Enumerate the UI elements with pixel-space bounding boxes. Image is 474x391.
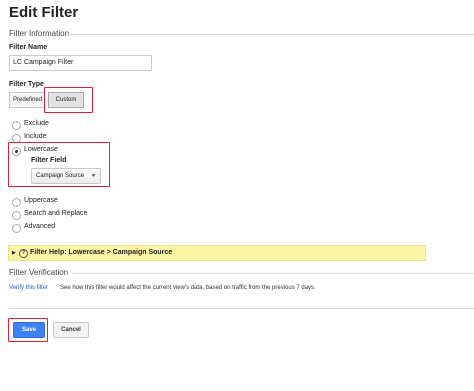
help-question-icon: ? (19, 249, 28, 258)
filter-name-input[interactable]: LC Campaign Filter (9, 55, 152, 71)
filter-help-text: Filter Help: Lowercase > Campaign Source (30, 249, 173, 256)
triangle-right-icon: ▶ (12, 250, 16, 256)
cancel-button[interactable]: Cancel (53, 322, 89, 338)
radio-button[interactable] (12, 224, 21, 233)
save-button[interactable]: Save (13, 322, 45, 338)
page-title: Edit Filter (9, 4, 79, 21)
radio-button[interactable] (12, 121, 21, 130)
radio-label: Advanced (24, 223, 56, 230)
actions-divider (9, 308, 474, 309)
radio-option-exclude[interactable]: Exclude (12, 120, 132, 130)
radio-option-advanced[interactable]: Advanced (12, 223, 132, 233)
radio-option-uppercase[interactable]: Uppercase (12, 197, 132, 207)
verify-description: See how this filter would affect the cur… (60, 285, 316, 291)
filter-name-label: Filter Name (9, 44, 48, 51)
filter-type-predefined-button[interactable]: Predefined (9, 92, 46, 108)
radio-label: Search and Replace (24, 210, 88, 217)
radio-button-selected[interactable] (12, 147, 21, 156)
radio-label: Uppercase (24, 197, 58, 204)
radio-label: Lowercase (24, 146, 58, 153)
filter-field-label: Filter Field (31, 157, 67, 164)
filter-field-value: Campaign Source (36, 173, 85, 179)
radio-button[interactable] (12, 211, 21, 220)
radio-option-search-and-replace[interactable]: Search and Replace (12, 210, 132, 220)
radio-button[interactable] (12, 198, 21, 207)
verify-filter-link[interactable]: Verify this filter (9, 285, 48, 291)
section-title-filter-verification: Filter Verification (9, 268, 69, 277)
section-divider (66, 34, 474, 35)
filter-help-bar[interactable]: ▶ ? Filter Help: Lowercase > Campaign So… (8, 245, 426, 261)
section-title-filter-information: Filter Information (9, 29, 70, 38)
chevron-down-icon: ▼ (91, 173, 96, 179)
radio-label: Include (24, 133, 47, 140)
section-divider (72, 273, 474, 274)
radio-option-lowercase[interactable]: Lowercase (12, 146, 102, 156)
filter-type-label: Filter Type (9, 81, 44, 88)
filter-field-select[interactable]: Campaign Source ▼ (31, 168, 101, 184)
custom-highlight-box (44, 87, 93, 113)
radio-label: Exclude (24, 120, 49, 127)
